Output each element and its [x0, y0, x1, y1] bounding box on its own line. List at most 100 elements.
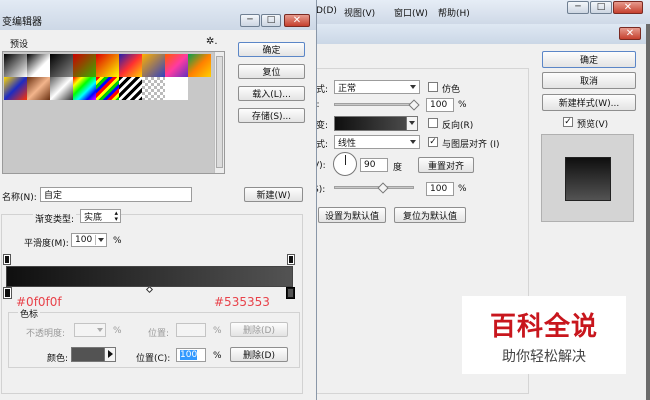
menu-view[interactable]: 视图(V): [344, 6, 375, 19]
name-input[interactable]: 自定: [40, 187, 192, 202]
color-menu-arrow-icon[interactable]: [104, 348, 115, 361]
menu-help[interactable]: 帮助(H): [438, 6, 470, 19]
stop-opacity-unit: %: [113, 326, 122, 336]
stop-location-input[interactable]: 100: [176, 348, 206, 362]
preset-swatch[interactable]: [96, 77, 119, 100]
presets-label: 预设: [10, 40, 29, 50]
scale-unit: %: [458, 184, 467, 194]
stop-location-input-top[interactable]: [176, 323, 206, 337]
stops-group-label: 色标: [18, 307, 41, 320]
menu-window[interactable]: 窗口(W): [394, 6, 428, 19]
gradient-type-value: 实底: [84, 212, 103, 223]
preview-checkbox[interactable]: ✓: [563, 117, 573, 127]
preset-swatch[interactable]: [27, 77, 50, 100]
scale-input[interactable]: 100: [426, 182, 454, 196]
style-label: 式:: [316, 140, 329, 150]
preset-swatch[interactable]: [119, 77, 142, 100]
dither-label: 仿色: [442, 85, 461, 95]
layer-style-cancel-button[interactable]: 取消: [542, 72, 636, 89]
preview-label: 预览(V): [577, 120, 609, 130]
delete-color-stop-button[interactable]: 删除(D): [230, 347, 288, 362]
preset-swatch[interactable]: [142, 54, 165, 77]
angle-input[interactable]: 90: [360, 158, 388, 172]
app-close-button[interactable]: ✕: [613, 1, 643, 14]
name-label: 名称(N):: [2, 193, 37, 203]
app-minimize-button[interactable]: ─: [567, 1, 589, 14]
angle-dial-needle: [345, 155, 346, 165]
preset-swatch[interactable]: [73, 77, 96, 100]
editor-load-button[interactable]: 载入(L)...: [238, 86, 305, 101]
preset-swatch[interactable]: [165, 54, 188, 77]
preset-swatch[interactable]: [119, 54, 142, 77]
opacity-input[interactable]: 100: [426, 98, 454, 112]
stop-color-swatch[interactable]: [71, 347, 116, 362]
chevron-down-icon: [409, 121, 415, 125]
delete-opacity-stop-button[interactable]: 删除(D): [230, 322, 288, 337]
editor-reset-button[interactable]: 复位: [238, 64, 305, 79]
chevron-down-icon: [97, 328, 103, 332]
new-gradient-button[interactable]: 新建(W): [244, 187, 303, 202]
preset-swatch[interactable]: [27, 54, 50, 77]
settings-icon[interactable]: ✲.: [206, 36, 218, 47]
reverse-checkbox[interactable]: [428, 118, 438, 128]
app-maximize-button[interactable]: □: [590, 1, 612, 14]
scale-slider[interactable]: [334, 186, 414, 189]
stepper-icon: ▴ ▾: [114, 209, 118, 223]
gradient-picker-dropdown[interactable]: [406, 117, 417, 130]
preset-swatch[interactable]: [165, 77, 188, 100]
stop-location-label-top: 位置:: [148, 329, 170, 339]
color-stop-right[interactable]: [286, 287, 295, 299]
end-color-annotation: #535353: [214, 295, 270, 309]
editor-ok-button[interactable]: 确定: [238, 42, 305, 57]
layer-style-title-bar: [301, 24, 646, 44]
reset-alignment-button[interactable]: 重置对齐: [418, 157, 474, 173]
blend-mode-select[interactable]: 正常: [334, 80, 420, 94]
dither-checkbox[interactable]: [428, 82, 438, 92]
stop-location-label: 位置(C):: [136, 354, 171, 364]
preset-swatch[interactable]: [96, 54, 119, 77]
gradient-type-label: 渐变类型:: [33, 212, 77, 225]
editor-save-button[interactable]: 存储(S)...: [238, 108, 305, 123]
gradient-type-select[interactable]: 实底 ▴ ▾: [80, 209, 121, 223]
style-value: 线性: [338, 138, 357, 149]
style-select[interactable]: 线性: [334, 135, 420, 149]
stop-opacity-input[interactable]: [74, 323, 106, 337]
layer-style-ok-button[interactable]: 确定: [542, 51, 636, 68]
menu-edit-partial[interactable]: D(D): [316, 6, 337, 16]
align-with-layer-checkbox[interactable]: ✓: [428, 137, 438, 147]
smoothness-input[interactable]: 100: [71, 233, 107, 247]
preset-swatch[interactable]: [4, 77, 27, 100]
watermark: 百科全说 助你轻松解决: [462, 296, 626, 374]
angle-dial[interactable]: [333, 152, 357, 176]
chevron-down-icon[interactable]: [95, 235, 105, 245]
smoothness-unit: %: [113, 236, 122, 246]
presets-scrollbar[interactable]: [214, 52, 224, 173]
editor-maximize-button[interactable]: □: [261, 14, 281, 27]
opacity-slider[interactable]: [334, 103, 418, 106]
preset-swatch[interactable]: [188, 54, 211, 77]
layer-style-close-button[interactable]: ✕: [619, 27, 641, 40]
preset-swatch[interactable]: [50, 54, 73, 77]
new-style-button[interactable]: 新建样式(W)...: [542, 94, 636, 111]
editor-close-button[interactable]: ✕: [284, 14, 310, 27]
set-as-default-button[interactable]: 设置为默认值: [318, 207, 386, 223]
style-preview-box: [541, 134, 634, 222]
opacity-unit: %: [458, 100, 467, 110]
preset-swatch[interactable]: [73, 54, 96, 77]
opacity-stop-right[interactable]: [287, 254, 295, 265]
stop-location-unit: %: [213, 351, 222, 361]
gradient-bar[interactable]: [6, 266, 293, 287]
gradient-picker[interactable]: [334, 116, 418, 131]
preset-swatch[interactable]: [4, 54, 27, 77]
blend-mode-label: 式:: [316, 85, 329, 95]
preset-swatch[interactable]: [50, 77, 73, 100]
opacity-stop-left[interactable]: [3, 254, 11, 265]
preset-swatch[interactable]: [142, 77, 165, 100]
color-stop-left[interactable]: [3, 287, 12, 299]
reset-to-default-button[interactable]: 复位为默认值: [394, 207, 466, 223]
editor-minimize-button[interactable]: ─: [240, 14, 260, 27]
presets-scrollbar-thumb[interactable]: [216, 56, 223, 168]
stop-opacity-label: 不透明度:: [26, 329, 66, 339]
stop-location-value: 100: [180, 350, 198, 360]
gradient-editor-dialog: 变编辑器 ─ □ ✕ 预设 ✲. 确定 复位 载入(L)... 存储(S)...…: [0, 0, 317, 400]
